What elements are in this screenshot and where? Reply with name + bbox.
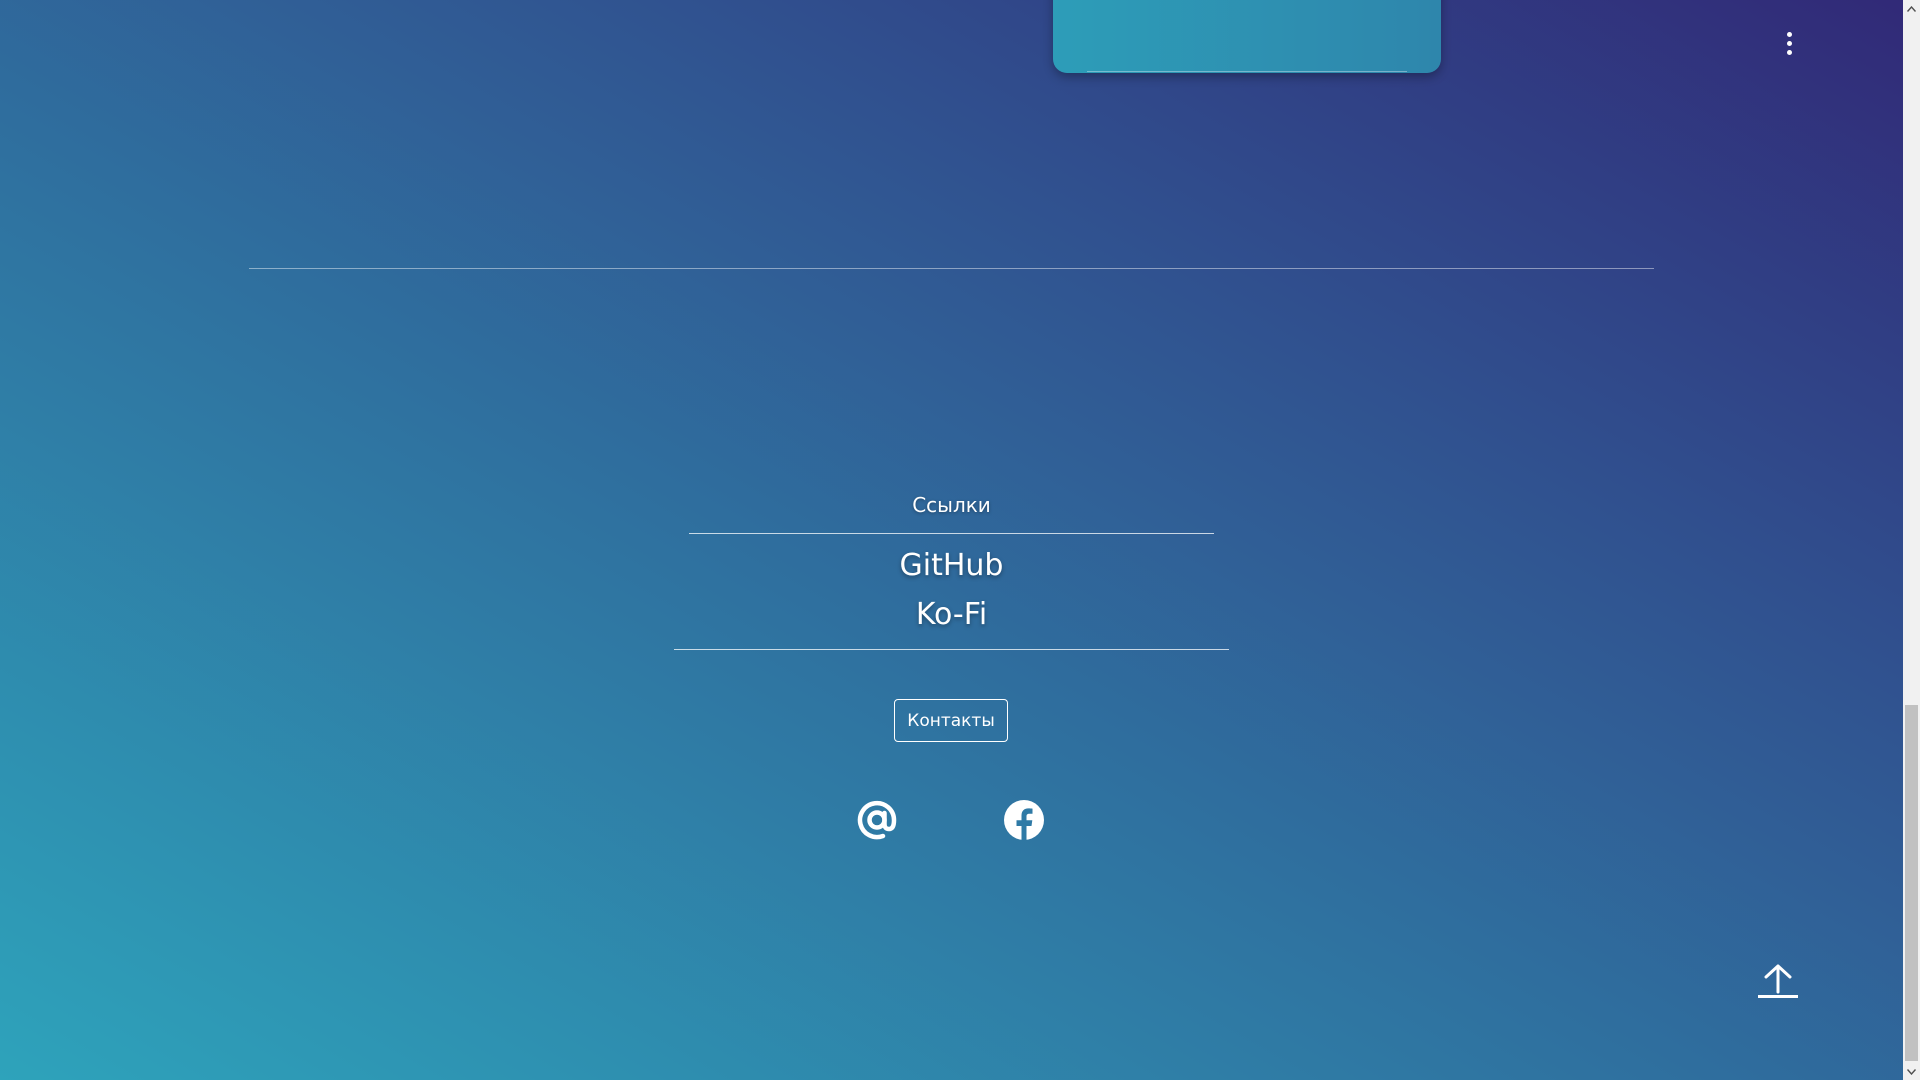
scroll-down-arrow-icon[interactable] bbox=[1903, 1063, 1920, 1080]
kebab-menu-icon[interactable] bbox=[1776, 30, 1802, 56]
top-card-fragment bbox=[1053, 0, 1441, 73]
section-divider bbox=[249, 268, 1654, 269]
links-heading: Ссылки bbox=[912, 493, 991, 517]
scrollbar-thumb[interactable] bbox=[1905, 705, 1918, 1061]
arrow-up-icon[interactable] bbox=[1756, 962, 1800, 1000]
at-sign-icon[interactable] bbox=[856, 799, 898, 841]
kebab-dot bbox=[1786, 49, 1792, 55]
card-underline bbox=[1087, 71, 1407, 72]
kebab-dot bbox=[1786, 31, 1792, 37]
links-bottom-rule bbox=[674, 649, 1229, 650]
github-link[interactable]: GitHub bbox=[0, 548, 1903, 583]
page: Ссылки GitHub Ko-Fi Контакты bbox=[0, 0, 1903, 1080]
scroll-up-arrow-icon[interactable] bbox=[1903, 0, 1920, 17]
facebook-icon[interactable] bbox=[1003, 799, 1045, 841]
kebab-dot bbox=[1786, 40, 1792, 46]
kofi-link[interactable]: Ko-Fi bbox=[0, 597, 1903, 632]
links-top-rule bbox=[689, 533, 1214, 534]
contacts-button[interactable]: Контакты bbox=[894, 699, 1008, 742]
vertical-scrollbar[interactable] bbox=[1903, 0, 1920, 1080]
